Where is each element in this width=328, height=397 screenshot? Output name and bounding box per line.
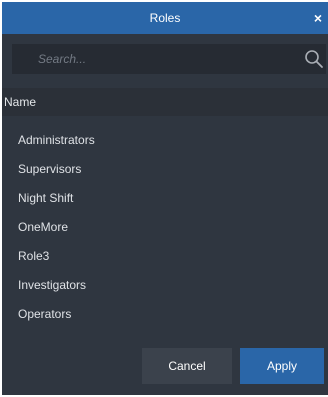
search-box: [12, 44, 326, 74]
list-item[interactable]: Supervisors: [2, 155, 328, 183]
list-item-label: Supervisors: [18, 162, 82, 176]
search-input[interactable]: [12, 44, 302, 74]
list-item-label: Role3: [18, 249, 50, 263]
apply-button[interactable]: Apply: [240, 348, 324, 384]
cancel-button[interactable]: Cancel: [142, 348, 232, 384]
list-item[interactable]: Operators: [2, 300, 328, 328]
list-item-label: Night Shift: [18, 191, 74, 205]
list-item[interactable]: Night Shift: [2, 184, 328, 212]
list-item[interactable]: OneMore: [2, 213, 328, 241]
list-item-label: OneMore: [18, 220, 69, 234]
list-item[interactable]: Administrators: [2, 126, 328, 154]
search-icon[interactable]: [304, 49, 324, 69]
list-item[interactable]: Role3: [2, 242, 328, 270]
list-item-label: Operators: [18, 307, 72, 321]
list-item-label: Investigators: [18, 278, 87, 292]
close-icon[interactable]: ×: [310, 2, 326, 34]
column-header-name[interactable]: Name: [2, 88, 328, 116]
list-item[interactable]: Investigators: [2, 271, 328, 299]
dialog-titlebar: Roles ×: [2, 2, 328, 34]
dialog-title: Roles: [149, 11, 181, 25]
list-item-label: Administrators: [18, 133, 95, 147]
column-header-label: Name: [4, 95, 37, 109]
roles-dialog: Roles × Name Administrators Supervisors …: [2, 2, 328, 395]
